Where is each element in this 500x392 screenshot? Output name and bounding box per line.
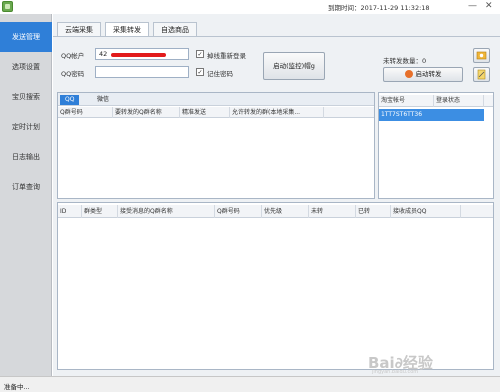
title-bar: 到期时间：2017-11-29 11:32:18 — ✕ — [0, 0, 500, 14]
redaction-mark — [111, 53, 166, 57]
remember-password-label: 记住密码 — [207, 70, 233, 78]
col-allowed-groups[interactable]: 允许转发的群(本地采集... — [230, 107, 324, 118]
refresh-button[interactable] — [473, 48, 490, 63]
app-logo-icon — [2, 1, 13, 12]
forward-group-panel: ID 群类型 接受消息的Q群名称 Q群号码 优先级 未转 已转 接收成员QQ — [57, 202, 494, 370]
minimize-button[interactable]: — — [468, 1, 477, 12]
watermark-url: jingyan.baidu.com — [372, 369, 419, 375]
qq-group-grid-header: Q群号码 要转发的Q群名称 精准发送 允许转发的群(本地采集... — [58, 107, 374, 118]
col-group-type[interactable]: 群类型 — [82, 205, 118, 218]
forward-grid-header: ID 群类型 接受消息的Q群名称 Q群号码 优先级 未转 已转 接收成员QQ — [58, 205, 493, 218]
qq-password-label: QQ密码 — [61, 70, 85, 78]
taobao-account-cell: 1TT7ST6TT36 — [381, 111, 423, 118]
tab-collect-forward[interactable]: 采集转发 — [105, 22, 149, 37]
sidebar-item-options[interactable]: 选项设置 — [0, 52, 52, 82]
qq-account-value: 42 — [99, 50, 108, 58]
sidebar-item-send-manage[interactable]: 发送管理 — [0, 22, 52, 52]
start-forward-button[interactable]: 启动转发 — [383, 67, 463, 82]
col-priority[interactable]: 优先级 — [262, 205, 309, 218]
sidebar-item-orders[interactable]: 订单查询 — [0, 172, 52, 202]
start-monitor-button[interactable]: 启动(监控)帽g — [263, 52, 325, 80]
close-button[interactable]: ✕ — [485, 1, 493, 12]
col-receiver-qq[interactable]: 接收成员QQ — [391, 205, 461, 218]
status-bar: 准备中... — [0, 376, 500, 392]
sidebar-item-product-search[interactable]: 宝贝搜索 — [0, 82, 52, 112]
relogin-checkbox[interactable]: ✓ — [196, 50, 204, 58]
qq-group-panel: QQ 微信 Q群号码 要转发的Q群名称 精准发送 允许转发的群(本地采集... — [57, 92, 375, 199]
tab-custom-products[interactable]: 自选商品 — [153, 22, 197, 37]
table-row[interactable]: 1TT7ST6TT36 — [379, 109, 484, 121]
col-id[interactable]: ID — [58, 205, 82, 218]
edit-icon — [477, 69, 486, 80]
col-taobao-account[interactable]: 淘宝帐号 — [379, 95, 434, 107]
status-text: 准备中... — [4, 383, 30, 391]
taobao-account-panel: 淘宝帐号 登录状态 1TT7ST6TT36 — [378, 92, 494, 199]
sidebar-item-schedule[interactable]: 定时计划 — [0, 112, 52, 142]
col-receive-group-name[interactable]: 接受消息的Q群名称 — [118, 205, 215, 218]
start-forward-label: 启动转发 — [415, 70, 442, 78]
relogin-label: 掉线重新登录 — [207, 52, 246, 60]
qq-account-label: QQ帐户 — [61, 52, 85, 60]
col-precise-send[interactable]: 精准发送 — [180, 107, 230, 118]
col-unforwarded[interactable]: 未转 — [309, 205, 356, 218]
qq-account-input[interactable]: 42 — [95, 48, 189, 60]
subtab-qq[interactable]: QQ — [60, 95, 80, 105]
tab-divider — [53, 36, 500, 37]
sidebar: 发送管理 选项设置 宝贝搜索 定时计划 日志输出 订单查询 — [0, 14, 52, 376]
subtab-bar: QQ 微信 — [58, 93, 374, 106]
col-login-status[interactable]: 登录状态 — [434, 95, 484, 107]
main-area: 云端采集 采集转发 自选商品 QQ帐户 42 QQ密码 ✓ 掉线重新登录 ✓ 记… — [53, 14, 500, 376]
edit-button[interactable] — [473, 67, 490, 82]
subtab-wechat[interactable]: 微信 — [92, 95, 114, 105]
unforwarded-count: 未转发数量：0 — [383, 57, 427, 65]
sidebar-item-log[interactable]: 日志输出 — [0, 142, 52, 172]
taobao-grid-header: 淘宝帐号 登录状态 — [379, 95, 493, 107]
remember-password-checkbox[interactable]: ✓ — [196, 68, 204, 76]
col-forward-group-name[interactable]: 要转发的Q群名称 — [113, 107, 180, 118]
col-group-number[interactable]: Q群号码 — [215, 205, 262, 218]
play-icon — [404, 70, 413, 78]
tab-cloud-collect[interactable]: 云端采集 — [57, 22, 101, 37]
qq-password-input[interactable] — [95, 66, 189, 78]
col-forwarded[interactable]: 已转 — [356, 205, 391, 218]
col-qq-group-number[interactable]: Q群号码 — [58, 107, 113, 118]
expire-time: 到期时间：2017-11-29 11:32:18 — [328, 4, 430, 12]
refresh-icon — [476, 51, 487, 60]
